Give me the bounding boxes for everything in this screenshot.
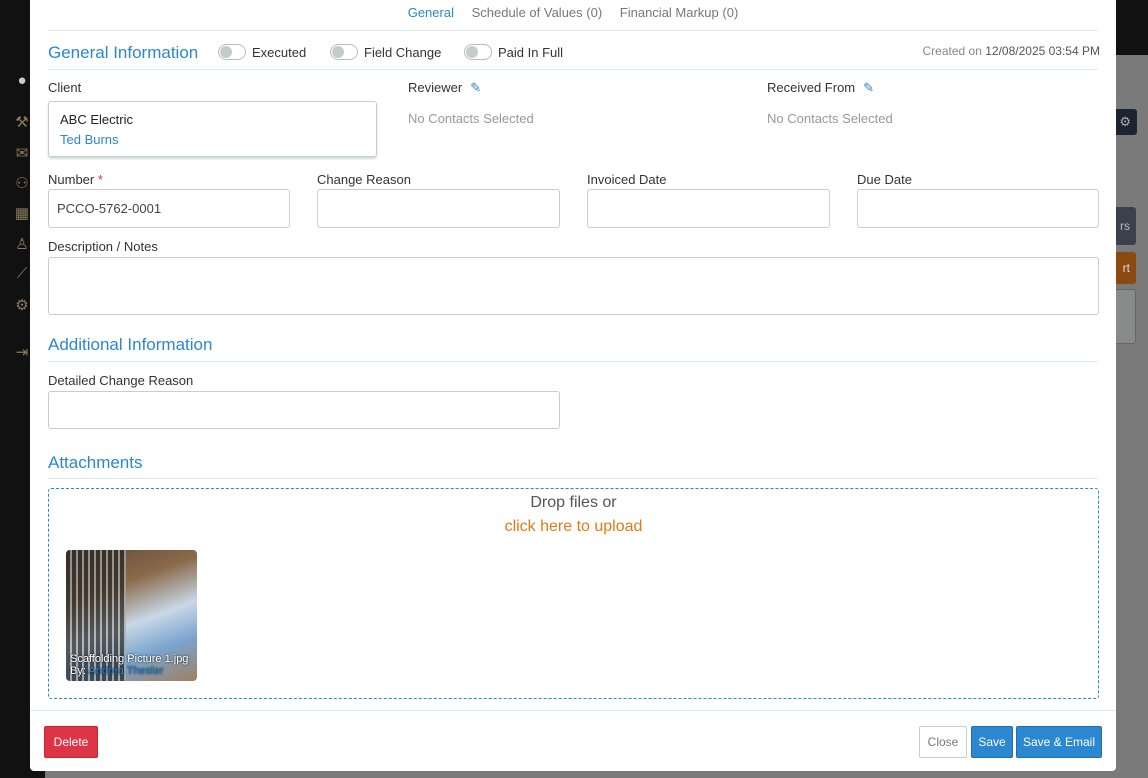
drop-files-text: Drop files or	[530, 494, 617, 511]
field-change-toggle[interactable]: Field Change	[330, 44, 441, 60]
received-from-label: Received From ✎	[767, 80, 875, 95]
users-icon[interactable]: ⚇	[12, 174, 32, 192]
close-button[interactable]: Close	[919, 726, 967, 758]
description-label: Description / Notes	[48, 239, 158, 254]
invoiced-date-label: Invoiced Date	[587, 172, 667, 187]
tab-financial-markup[interactable]: Financial Markup (0)	[620, 5, 739, 20]
change-reason-select[interactable]	[317, 189, 560, 228]
created-on: Created on 12/08/2025 03:54 PM	[922, 44, 1100, 58]
client-company: ABC Electric	[60, 112, 133, 127]
delete-button[interactable]: Delete	[44, 726, 98, 758]
attachment-author-link[interactable]: Andrea Thesler	[88, 665, 163, 677]
tab-general[interactable]: General	[408, 5, 454, 20]
gear-icon[interactable]: ⚙	[12, 296, 32, 314]
upload-link[interactable]: click here to upload	[49, 518, 1098, 536]
change-order-modal: General Schedule of Values (0) Financial…	[30, 0, 1116, 771]
reviewer-value: No Contacts Selected	[408, 111, 534, 126]
detailed-change-reason-label: Detailed Change Reason	[48, 373, 194, 388]
attachment-filename: Scaffolding Picture 1.jpg	[70, 653, 189, 665]
client-contact-link[interactable]: Ted Burns	[60, 132, 365, 147]
change-reason-label: Change Reason	[317, 172, 411, 187]
save-and-email-button[interactable]: Save & Email	[1016, 726, 1102, 758]
hammer-icon[interactable]: ⚒	[12, 113, 32, 131]
description-textarea[interactable]	[48, 257, 1099, 315]
client-label: Client	[48, 80, 82, 95]
number-input[interactable]: PCCO-5762-0001	[48, 189, 290, 228]
mail-icon[interactable]: ✉	[12, 144, 32, 162]
location-icon[interactable]: ●	[12, 72, 32, 89]
detailed-change-reason-input[interactable]	[48, 391, 560, 429]
edit-received-from-pencil-icon[interactable]: ✎	[863, 80, 874, 95]
save-button[interactable]: Save	[971, 726, 1013, 758]
paid-in-full-toggle[interactable]: Paid In Full	[464, 44, 563, 60]
logout-icon[interactable]: ⇥	[12, 343, 32, 361]
attachments-heading: Attachments	[48, 453, 143, 472]
paid-in-full-label: Paid In Full	[498, 44, 564, 60]
client-card[interactable]: ABC Electric Ted Burns	[48, 101, 377, 157]
edit-reviewer-pencil-icon[interactable]: ✎	[470, 80, 481, 95]
executed-label: Executed	[252, 44, 307, 60]
field-change-label: Field Change	[364, 44, 442, 60]
chart-icon[interactable]: ⟋	[12, 265, 32, 282]
reviewer-label: Reviewer ✎	[408, 80, 482, 95]
tab-schedule-of-values[interactable]: Schedule of Values (0)	[472, 5, 603, 20]
calendar-icon[interactable]: ▦	[12, 204, 32, 222]
file-dropzone[interactable]: Drop files or click here to upload Scaff…	[48, 488, 1099, 699]
received-from-value: No Contacts Selected	[767, 111, 893, 126]
due-date-label: Due Date	[857, 172, 912, 187]
executed-toggle[interactable]: Executed	[218, 44, 306, 60]
additional-information-heading: Additional Information	[48, 335, 213, 354]
number-label: Number *	[48, 172, 103, 187]
attachment-thumbnail[interactable]: Scaffolding Picture 1.jpg By: Andrea The…	[66, 550, 197, 681]
user-settings-icon[interactable]: ♙	[12, 235, 32, 253]
general-information-heading: General Information	[48, 43, 199, 62]
due-date-input[interactable]	[857, 189, 1099, 228]
modal-tabs: General Schedule of Values (0) Financial…	[30, 5, 1116, 20]
invoiced-date-input[interactable]	[587, 189, 830, 228]
